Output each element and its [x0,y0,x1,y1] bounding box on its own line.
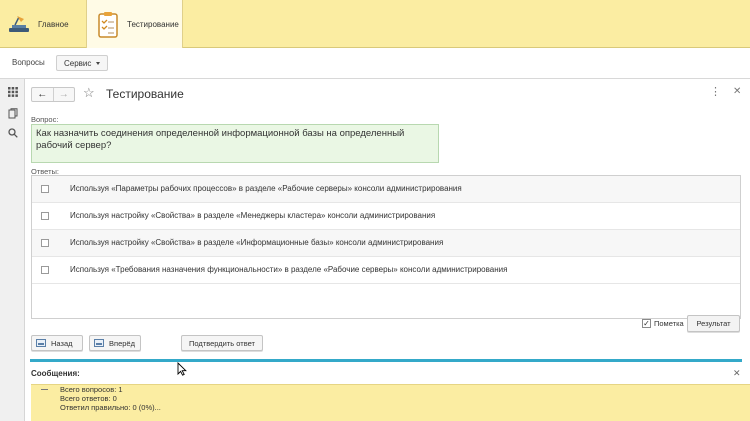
messages-close-icon[interactable]: ✕ [733,369,741,378]
answer-row[interactable]: Используя настройку «Свойства» в разделе… [32,230,740,257]
messages-panel: Сообщения: ✕ Всего вопросов: 1 Всего отв… [25,363,750,421]
mouse-cursor-icon [177,362,187,376]
section-home[interactable]: Главное [6,0,84,48]
answer-text: Используя «Требования назначения функцио… [70,265,508,274]
section-testing[interactable]: Тестирование [86,0,183,49]
forward-button[interactable]: Вперёд [89,335,141,351]
forward-arrow-icon[interactable]: → [54,88,75,101]
mark-checkbox[interactable]: ✓ [642,319,651,328]
tools-panel [0,79,25,421]
section-commands-bar: Вопросы Сервис [0,48,750,79]
more-menu-icon[interactable]: ⋮ [710,87,721,98]
close-icon[interactable]: ✕ [733,87,741,97]
answers-table[interactable]: Используя «Параметры рабочих процессов» … [31,175,741,319]
messages-list: Всего вопросов: 1 Всего ответов: 0 Ответ… [31,384,750,421]
favorite-star-icon[interactable]: ☆ [83,86,95,99]
question-label: Вопрос: [31,115,59,124]
search-tool-button[interactable] [6,126,20,140]
service-menu-button[interactable]: Сервис [56,55,109,71]
answer-text: Используя «Параметры рабочих процессов» … [70,184,462,193]
answer-text: Используя настройку «Свойства» в разделе… [70,211,436,220]
mark-toggle[interactable]: ✓ Пометка [642,319,684,328]
answer-row[interactable]: Используя «Требования назначения функцио… [32,257,740,284]
all-functions-button[interactable] [6,85,20,99]
message-line: Ответил правильно: 0 (0%)... [60,403,161,412]
section-home-label: Главное [38,19,69,29]
service-menu-label: Сервис [64,58,92,68]
answer-checkbox[interactable] [41,266,49,274]
answer-row[interactable]: Используя настройку «Свойства» в разделе… [32,203,740,230]
sections-panel: Главное Тестирование [0,0,750,49]
messages-separator[interactable] [30,359,742,362]
answer-checkbox[interactable] [41,185,49,193]
questions-command[interactable]: Вопросы [12,58,45,67]
history-nav: ← → [31,87,75,102]
confirm-answer-button[interactable]: Подтвердить ответ [181,335,263,351]
question-text-field[interactable]: Как назначить соединения определенной ин… [31,124,439,163]
forward-page-icon [94,339,104,347]
message-line: Всего вопросов: 1 [60,385,123,394]
forward-button-label: Вперёд [109,338,135,348]
back-page-icon [36,339,46,347]
home-section-icon [9,16,29,32]
history-button[interactable] [6,106,20,120]
section-testing-label: Тестирование [127,20,179,29]
mark-label: Пометка [654,319,684,328]
answer-text: Используя настройку «Свойства» в разделе… [70,238,444,247]
answer-checkbox[interactable] [41,212,49,220]
search-icon [8,128,18,138]
answer-row[interactable]: Используя «Параметры рабочих процессов» … [32,176,740,203]
chevron-down-icon [96,61,101,65]
back-button-label: Назад [51,338,73,348]
grid-menu-icon [8,87,18,97]
back-button[interactable]: Назад [31,335,83,351]
result-button[interactable]: Результат [687,315,740,332]
message-line: Всего ответов: 0 [60,394,117,403]
page-title: Тестирование [106,87,184,101]
documents-icon [8,107,18,118]
clipboard-checklist-icon [98,11,118,38]
back-arrow-icon[interactable]: ← [32,88,54,101]
collapse-dash-icon[interactable] [41,389,48,390]
answer-checkbox[interactable] [41,239,49,247]
messages-title: Сообщения: [31,369,80,378]
